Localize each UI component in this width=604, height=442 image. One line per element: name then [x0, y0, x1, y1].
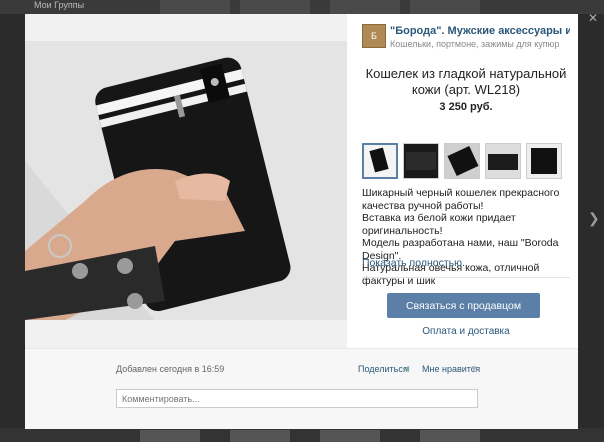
product-thumbnail[interactable] [362, 143, 398, 179]
shop-name-link[interactable]: "Борода". Мужские аксессуары и украш... [390, 25, 570, 37]
product-photo[interactable] [25, 41, 347, 321]
heart-icon[interactable]: ♥ [471, 363, 476, 373]
close-icon[interactable]: ✕ [588, 11, 598, 25]
background-thumbnail [140, 430, 200, 442]
contact-seller-button[interactable]: Связаться с продавцом [387, 293, 540, 318]
background-thumbnail [320, 430, 380, 442]
product-modal: Б "Борода". Мужские аксессуары и украш..… [25, 14, 578, 429]
shop-logo-text: Б [371, 31, 377, 41]
shop-header: Б "Борода". Мужские аксессуары и украш..… [362, 24, 570, 54]
product-photo-image [25, 41, 347, 321]
background-thumbnail [410, 0, 480, 14]
comment-input[interactable] [116, 389, 478, 408]
shop-subtitle: Кошельки, портмоне, зажимы для купюр [390, 39, 560, 49]
product-title: Кошелек из гладкой натуральной кожи (арт… [365, 66, 567, 97]
product-price: 3 250 руб. [439, 101, 493, 113]
payment-delivery-link[interactable]: Оплата и доставка [362, 326, 570, 337]
product-thumbnail[interactable] [485, 143, 521, 179]
background-thumbnail [240, 0, 310, 14]
megaphone-icon[interactable]: ◀ [403, 364, 409, 373]
product-thumbnail[interactable] [444, 143, 480, 179]
product-thumbnail[interactable] [403, 143, 439, 179]
shop-logo[interactable]: Б [362, 24, 386, 48]
share-link[interactable]: Поделиться [358, 364, 408, 374]
added-date: Добавлен сегодня в 16:59 [116, 364, 225, 374]
chevron-right-icon[interactable]: ❯ [588, 210, 600, 227]
product-description: Шикарный черный кошелек прекрасного каче… [362, 187, 560, 287]
product-photo-area [25, 14, 347, 348]
background-thumbnail [420, 430, 480, 442]
product-thumbnails [362, 143, 570, 181]
product-thumbnail[interactable] [526, 143, 562, 179]
background-footer [0, 428, 604, 442]
background-thumbnail [230, 430, 290, 442]
background-link-my-groups[interactable]: Мои Группы [34, 0, 84, 10]
divider [362, 277, 570, 278]
modal-footer: Добавлен сегодня в 16:59 Поделиться ◀ Мн… [25, 348, 578, 429]
show-more-link[interactable]: Показать полностью.. [362, 257, 468, 269]
background-thumbnail [160, 0, 230, 14]
background-thumbnail [330, 0, 400, 14]
